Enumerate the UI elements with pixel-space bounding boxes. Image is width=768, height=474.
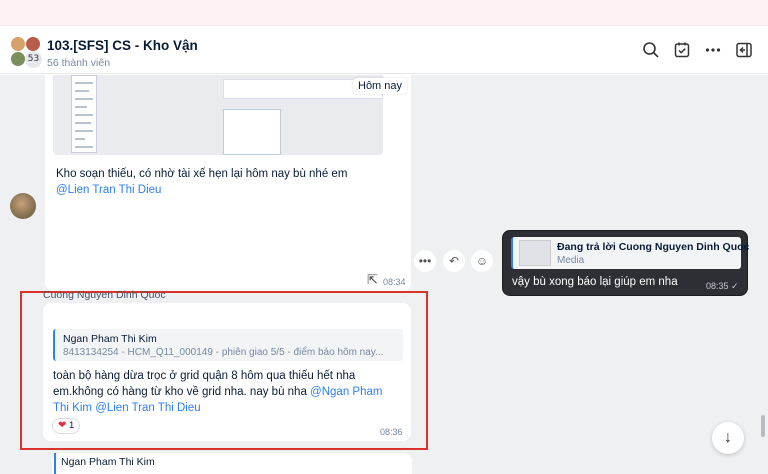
message-text: vậy bù xong báo lại giúp em nha: [512, 276, 678, 288]
reply-quote[interactable]: Ngan Pham Thi Kim 8413134254 - HCM_Q11_0…: [53, 329, 403, 361]
message-text: Kho soạn thiếu, có nhờ tài xế hẹn lại hô…: [56, 166, 396, 198]
reply-quote[interactable]: Đang trả lời Cuong Nguyen Dinh Quoc Medi…: [511, 237, 749, 269]
member-avatar: [10, 51, 26, 67]
reaction-count: 1: [69, 420, 75, 431]
message-body: Kho soạn thiếu, có nhờ tài xế hẹn lại hô…: [56, 168, 348, 180]
member-count-badge: 53: [25, 51, 42, 68]
quote-author: Ngan Pham Thi Kim: [61, 456, 155, 468]
mention-link[interactable]: @Lien Tran Thi Dieu: [95, 402, 200, 414]
more-icon[interactable]: •••: [414, 250, 436, 272]
thumb-line: [75, 130, 93, 132]
sidebar-toggle-icon[interactable]: [734, 40, 754, 60]
message-time: 08:34: [383, 277, 406, 287]
scrollbar[interactable]: [761, 415, 765, 437]
quote-title: Đang trả lời Cuong Nguyen Dinh Quoc: [557, 241, 750, 253]
message-time: 08:35 ✓: [706, 281, 739, 292]
member-avatar: [25, 36, 41, 52]
mention-link[interactable]: @Lien Tran Thi Dieu: [56, 184, 161, 196]
quote-bar: [54, 453, 56, 474]
reaction-badge[interactable]: ❤ 1: [52, 418, 81, 434]
time-value: 08:35: [706, 281, 729, 291]
emoji-icon[interactable]: ☺: [471, 250, 493, 272]
message-text: toàn bộ hàng dừa trọc ở grid quận 8 hôm …: [53, 368, 398, 416]
thumbnail-tag: Hôm nay: [353, 78, 408, 94]
thumb-line: [75, 106, 87, 108]
partial-message-bubble[interactable]: Ngan Pham Thi Kim: [52, 453, 412, 474]
thumb-line: [75, 90, 89, 92]
sender-avatar[interactable]: [10, 193, 36, 219]
quote-author: Ngan Pham Thi Kim: [63, 333, 157, 345]
image-message-bubble[interactable]: Hôm nay Kho soạn thiếu, có nhờ tài xế hẹ…: [45, 75, 411, 291]
selected-message-bubble[interactable]: Cuong Nguyen Dinh Quoc Ngan Pham Thi Kim…: [43, 289, 411, 441]
thumb-line: [75, 138, 85, 140]
member-count[interactable]: 56 thành viên: [47, 57, 110, 69]
group-avatar[interactable]: 53: [8, 34, 42, 68]
screenshot-thumbnail[interactable]: [53, 75, 383, 155]
thumb-line: [75, 146, 93, 148]
mouse-cursor-icon: ⇱: [367, 272, 378, 287]
scroll-down-button[interactable]: ↓: [712, 422, 744, 454]
chat-area[interactable]: Hôm nay Kho soạn thiếu, có nhờ tài xế hẹ…: [0, 75, 768, 474]
heart-icon: ❤: [58, 420, 67, 431]
thumb-line: [75, 114, 93, 116]
quote-media-thumbnail: [519, 240, 551, 266]
search-icon[interactable]: [641, 40, 661, 60]
chat-header: 53 103.[SFS] CS - Kho Vận 56 thành viên: [0, 26, 768, 74]
reply-icon[interactable]: ↶: [443, 250, 465, 272]
sender-name[interactable]: Cuong Nguyen Dinh Quoc: [43, 289, 166, 301]
quote-subtitle: Media: [557, 255, 585, 266]
more-icon[interactable]: [703, 40, 723, 60]
read-check-icon: ✓: [731, 281, 739, 291]
member-avatar: [10, 36, 26, 52]
thumbnail-phone-screen: [71, 75, 97, 153]
thumbnail-card: [223, 109, 281, 155]
message-time: 08:36: [380, 427, 403, 437]
top-strip: [0, 0, 768, 26]
thumb-line: [75, 122, 91, 124]
calendar-check-icon[interactable]: [672, 40, 692, 60]
quote-text: 8413134254 - HCM_Q11_000149 - phiên giao…: [63, 347, 384, 358]
thumb-line: [75, 82, 93, 84]
thumb-line: [75, 98, 93, 100]
own-reply-bubble[interactable]: Đang trả lời Cuong Nguyen Dinh Quoc Medi…: [502, 230, 749, 296]
group-title[interactable]: 103.[SFS] CS - Kho Vận: [47, 38, 198, 53]
